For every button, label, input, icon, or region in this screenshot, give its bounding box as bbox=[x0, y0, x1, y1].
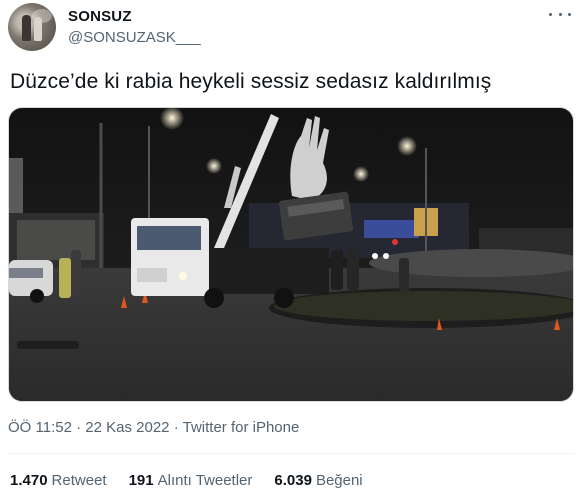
quote-tweet-count[interactable]: 191 Alıntı Tweetler bbox=[129, 472, 253, 489]
like-count[interactable]: 6.039 Beğeni bbox=[274, 472, 362, 489]
meta-separator: · bbox=[76, 419, 82, 436]
avatar-figure bbox=[22, 15, 31, 41]
tweet-meta: ÖÖ 11:52 · 22 Kas 2022 · Twitter for iPh… bbox=[8, 419, 299, 436]
tweet-photo[interactable] bbox=[8, 107, 574, 402]
stat-count: 1.470 bbox=[10, 472, 48, 489]
stat-label: Beğeni bbox=[315, 472, 363, 489]
display-name[interactable]: SONSUZ bbox=[68, 8, 132, 25]
retweet-count[interactable]: 1.470 Retweet bbox=[10, 472, 107, 489]
dot bbox=[549, 12, 552, 16]
more-options-icon[interactable] bbox=[549, 6, 571, 22]
photo-scene bbox=[9, 108, 573, 401]
avatar-figure bbox=[34, 17, 42, 41]
dot bbox=[558, 12, 562, 16]
stat-count: 6.039 bbox=[274, 472, 312, 489]
engagement-stats: 1.470 Retweet 191 Alıntı Tweetler 6.039 Beğ… bbox=[10, 472, 363, 489]
meta-separator: · bbox=[173, 419, 179, 436]
dot bbox=[568, 12, 571, 16]
user-handle[interactable]: @SONSUZASK___ bbox=[68, 29, 201, 46]
stat-count: 191 bbox=[128, 472, 154, 489]
avatar[interactable] bbox=[8, 3, 56, 51]
tweet-time[interactable]: ÖÖ 11:52 bbox=[8, 419, 72, 436]
tweet-text: Düzce’de ki rabia heykeli sessiz sedasız… bbox=[10, 70, 492, 93]
stat-label: Alıntı Tweetler bbox=[157, 472, 253, 489]
tweet-date[interactable]: 22 Kas 2022 bbox=[85, 419, 169, 436]
stat-label: Retweet bbox=[51, 472, 107, 489]
divider bbox=[8, 453, 575, 454]
tweet-source[interactable]: Twitter for iPhone bbox=[183, 419, 300, 436]
